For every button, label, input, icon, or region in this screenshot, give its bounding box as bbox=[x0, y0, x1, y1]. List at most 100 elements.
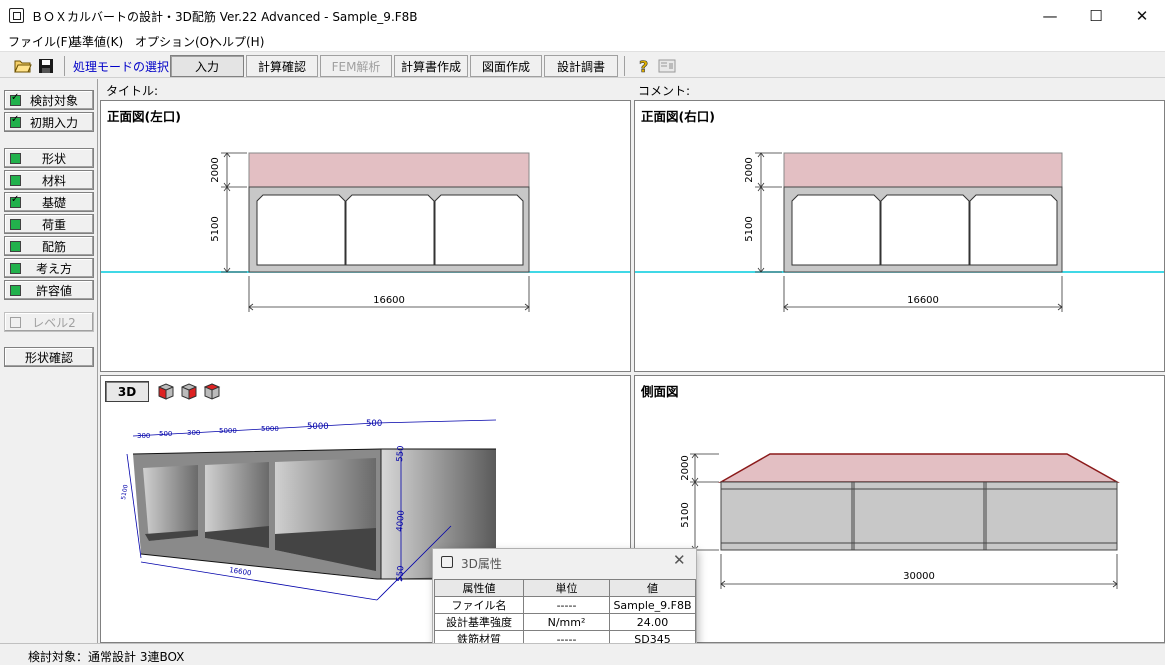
dim-3d-top-2: 300 bbox=[187, 429, 200, 437]
front-view-left-drawing: 2000 5100 16600 bbox=[101, 152, 630, 312]
toolbar-separator bbox=[624, 56, 625, 76]
dim-3d-top-0: 300 bbox=[137, 432, 150, 440]
property-dialog: 3D属性 ✕ 属性値 単位 値 ファイル名 ----- Sample_9.F8B… bbox=[432, 548, 697, 648]
btn-label: 基礎 bbox=[41, 195, 66, 210]
btn-label: 形状 bbox=[41, 151, 66, 166]
btn-shape-check[interactable]: 形状確認 bbox=[4, 347, 94, 367]
front-view-left-pane: 正面図(左口) 2000 5100 16600 bbox=[100, 100, 631, 372]
dim-width: 16600 bbox=[907, 295, 939, 306]
maximize-button[interactable]: ☐ bbox=[1073, 0, 1119, 31]
dialog-close-icon[interactable]: ✕ bbox=[673, 551, 686, 569]
mode-calc-check-button[interactable]: 計算確認 bbox=[246, 55, 318, 77]
col-header: 属性値 bbox=[434, 579, 524, 597]
dim-3d-top-small-0: 500 bbox=[159, 430, 172, 438]
btn-label: 初期入力 bbox=[29, 115, 78, 130]
status-indicator bbox=[10, 174, 21, 186]
menu-help[interactable]: ヘルプ(H) bbox=[210, 33, 264, 50]
dim-top: 2000 bbox=[744, 157, 755, 182]
svg-text:?: ? bbox=[639, 57, 648, 75]
btn-material[interactable]: 材料 bbox=[4, 170, 94, 190]
mode-input-button[interactable]: 入力 bbox=[170, 55, 244, 77]
btn-label: レベル2 bbox=[32, 315, 76, 330]
menu-options[interactable]: オプション(O) bbox=[135, 33, 214, 50]
table-row: 設計基準強度 N/mm² 24.00 bbox=[434, 613, 696, 631]
dim-3d-top-1: 5000 bbox=[307, 422, 329, 432]
dialog-app-icon bbox=[441, 556, 453, 568]
save-icon[interactable] bbox=[36, 56, 56, 75]
menu-bar: ファイル(F) 基準値(K) オプション(O) ヘルプ(H) bbox=[0, 31, 1165, 51]
about-icon[interactable] bbox=[657, 56, 677, 75]
menu-standard-values[interactable]: 基準値(K) bbox=[70, 33, 123, 50]
dim-width: 30000 bbox=[903, 571, 935, 582]
dim-top: 2000 bbox=[680, 455, 691, 480]
btn-approach[interactable]: 考え方 bbox=[4, 258, 94, 278]
title-header: タイトル: bbox=[100, 80, 631, 98]
dim-3d-top-3: 5000 bbox=[261, 425, 279, 433]
dim-height: 5100 bbox=[744, 216, 755, 241]
cell: ファイル名 bbox=[434, 596, 524, 614]
btn-label: 考え方 bbox=[35, 261, 72, 276]
status-indicator bbox=[10, 262, 21, 274]
cell: ----- bbox=[523, 596, 610, 614]
btn-label: 許容値 bbox=[35, 283, 72, 298]
dim-top: 2000 bbox=[210, 157, 221, 182]
dim-3d-right-top: 550 bbox=[395, 445, 406, 462]
mode-fem-button: FEM解析 bbox=[320, 55, 392, 77]
check-icon bbox=[10, 92, 21, 106]
comment-label: コメント: bbox=[638, 84, 691, 98]
dim-height: 5100 bbox=[210, 216, 221, 241]
dim-3d-right-mid: 4000 bbox=[395, 510, 407, 532]
status-indicator bbox=[10, 240, 21, 252]
btn-foundation[interactable]: 基礎 bbox=[4, 192, 94, 212]
btn-load[interactable]: 荷重 bbox=[4, 214, 94, 234]
cell: Sample_9.F8B bbox=[609, 596, 696, 614]
front-view-right-drawing: 2000 5100 16600 bbox=[635, 152, 1164, 312]
minimize-button[interactable]: — bbox=[1027, 0, 1073, 31]
cell: 24.00 bbox=[609, 613, 696, 631]
mode-drawing-button[interactable]: 図面作成 bbox=[470, 55, 542, 77]
btn-label: 材料 bbox=[41, 173, 66, 188]
btn-label: 荷重 bbox=[41, 217, 66, 232]
col-header: 単位 bbox=[523, 579, 610, 597]
dim-3d-left: 5100 bbox=[120, 484, 130, 500]
cell: N/mm² bbox=[523, 613, 610, 631]
title-label: タイトル: bbox=[106, 84, 159, 98]
btn-shape[interactable]: 形状 bbox=[4, 148, 94, 168]
comment-header: コメント: bbox=[634, 80, 1165, 98]
dim-3d-right-bot: 550 bbox=[395, 565, 406, 582]
dim-3d-top-4: 500 bbox=[366, 419, 382, 429]
btn-allowable[interactable]: 許容値 bbox=[4, 280, 94, 300]
left-panel: 検討対象 初期入力 形状 材料 基礎 荷重 配筋 考え方 許容値 レベル2 形状… bbox=[0, 79, 98, 643]
mode-report-button[interactable]: 計算書作成 bbox=[394, 55, 468, 77]
menu-file[interactable]: ファイル(F) bbox=[8, 33, 72, 50]
window-title: ＢＯＸカルバートの設計・3D配筋 Ver.22 Advanced - Sampl… bbox=[31, 10, 418, 24]
btn-target[interactable]: 検討対象 bbox=[4, 90, 94, 110]
mode-design-doc-button[interactable]: 設計調書 bbox=[544, 55, 618, 77]
dim-3d-bottom: 16600 bbox=[229, 566, 252, 577]
status-indicator bbox=[10, 284, 21, 296]
open-folder-icon[interactable] bbox=[13, 56, 33, 75]
status-bar: 検討対象：通常設計 3連BOX bbox=[0, 643, 1165, 664]
side-view-drawing: 2000 5100 30000 bbox=[680, 453, 1120, 589]
status-indicator bbox=[10, 152, 21, 164]
mode-select-label: 処理モードの選択 bbox=[73, 60, 170, 74]
toolbar-separator bbox=[64, 56, 65, 76]
dim-height: 5100 bbox=[680, 502, 691, 527]
btn-label: 形状確認 bbox=[24, 350, 73, 365]
btn-rebar[interactable]: 配筋 bbox=[4, 236, 94, 256]
checkbox-icon bbox=[10, 316, 21, 328]
title-bar: ＢＯＸカルバートの設計・3D配筋 Ver.22 Advanced - Sampl… bbox=[0, 0, 1165, 31]
dialog-title: 3D属性 bbox=[461, 557, 502, 571]
help-icon[interactable]: ? bbox=[634, 56, 654, 75]
col-header: 値 bbox=[609, 579, 696, 597]
property-table: 属性値 単位 値 ファイル名 ----- Sample_9.F8B 設計基準強度… bbox=[434, 579, 696, 648]
close-button[interactable]: ✕ bbox=[1119, 0, 1165, 31]
cell: 設計基準強度 bbox=[434, 613, 524, 631]
table-row: ファイル名 ----- Sample_9.F8B bbox=[434, 596, 696, 614]
check-icon bbox=[10, 194, 21, 208]
btn-level2: レベル2 bbox=[4, 312, 94, 332]
check-icon bbox=[10, 114, 21, 128]
dim-3d-top-small-1: 5000 bbox=[219, 427, 237, 435]
btn-initial-input[interactable]: 初期入力 bbox=[4, 112, 94, 132]
front-view-right-pane: 正面図(右口) 2000 5100 16600 bbox=[634, 100, 1165, 372]
